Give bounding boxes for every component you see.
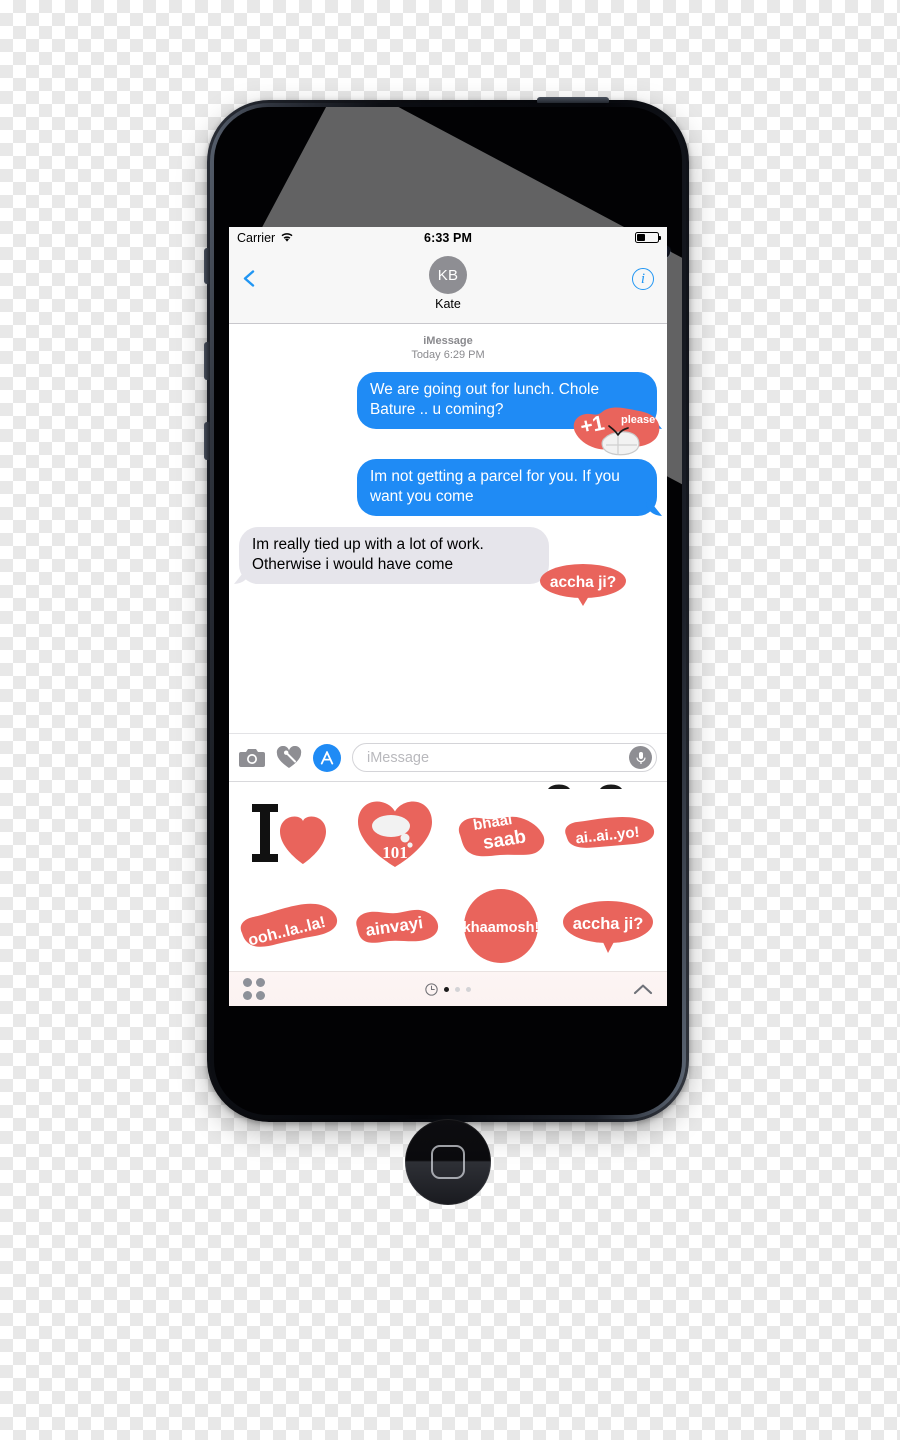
mute-switch[interactable] [204,248,210,284]
bhaai-saab-glyph: bhaai saab [459,811,545,856]
accha-ji-drawer-glyph: accha ji? [562,900,653,953]
camera-icon[interactable] [239,747,265,769]
grid-dot [256,978,265,987]
sticker-drawer-toolbar [229,971,667,1006]
sticker-drawer: 101 bhaai saab ai..ai..yo! ooh..la..la! … [229,781,667,1006]
i-heart-sticker[interactable] [235,786,342,879]
sticker-label: khaamosh! [463,920,539,936]
accha-ji-drawer-sticker[interactable]: accha ji? [555,879,662,972]
service-label: iMessage [423,335,473,347]
sticker-label: accha ji? [572,915,643,933]
message-bubble-outgoing[interactable]: Im not getting a parcel for you. If you … [357,459,657,516]
sticker-label: 101 [382,843,408,862]
ooh-la-la-sticker[interactable]: ooh..la..la! [235,879,342,972]
sticker-pager [425,982,471,996]
message-bubble-incoming[interactable]: Im really tied up with a lot of work. Ot… [239,527,549,584]
heart-101-glyph: 101 [357,801,432,867]
app-grid-icon[interactable] [243,978,265,1000]
ainvayi-glyph: ainvayi [356,909,438,943]
i-heart-glyph [252,803,327,864]
navigation-bar: KB Kate i [229,248,667,324]
digital-touch-heart-icon[interactable] [276,746,302,769]
home-button[interactable] [405,1119,491,1205]
battery-icon [635,232,659,243]
status-bar-clock: 6:33 PM [424,230,472,245]
app-store-glyph [320,750,334,764]
bhaai-saab-sticker[interactable]: bhaai saab [448,786,555,879]
accha-ji-sticker[interactable]: accha ji? [539,562,627,606]
info-circle-icon[interactable]: i [632,268,654,290]
grid-dot [243,978,252,987]
status-bar: Carrier 6:33 PM [229,227,667,248]
ooh-la-la-glyph: ooh..la..la! [240,903,338,949]
grid-dot [243,991,252,1000]
page-dot-3[interactable] [466,986,471,992]
page-dot-1[interactable] [444,986,449,992]
recents-clock-icon[interactable] [425,982,438,996]
status-bar-right [635,232,659,243]
battery-fill [637,234,646,241]
power-button[interactable] [537,97,609,103]
contact-header[interactable]: KB Kate [429,256,467,311]
microphone-glyph [635,751,646,764]
khaamosh-sticker[interactable]: khaamosh! [448,879,555,972]
conversation-thread: iMessage Today 6:29 PM We are going out … [229,324,667,733]
ai-ai-yo-glyph: ai..ai..yo! [564,816,654,848]
app-store-icon[interactable] [313,743,341,772]
heart-101-sticker[interactable]: 101 [342,786,449,879]
message-timestamp: Today 6:29 PM [411,349,485,361]
message-row: Im really tied up with a lot of work. Ot… [239,527,657,606]
home-button-square-icon [431,1145,465,1179]
ainvayi-sticker[interactable]: ainvayi [342,879,449,972]
thread-timestamp: iMessage Today 6:29 PM [239,334,657,362]
imessage-input[interactable] [367,749,629,766]
chevron-left-icon[interactable] [241,270,258,287]
sticker-grid: 101 bhaai saab ai..ai..yo! ooh..la..la! … [229,782,667,972]
message-input-bar [229,733,667,781]
avatar: KB [429,256,467,294]
page-dot-2[interactable] [455,986,460,992]
chevron-up-icon[interactable] [633,983,653,995]
volume-down-button[interactable] [204,422,210,460]
message-row: Im not getting a parcel for you. If you … [239,459,657,516]
iphone-device: Carrier 6:33 PM KB Kate i iMessage Today… [204,97,689,1205]
message-row: We are going out for lunch. Chole Bature… [239,372,660,456]
please-text: please [621,414,655,426]
phone-screen: Carrier 6:33 PM KB Kate i iMessage Today… [229,227,667,1006]
grid-dot [256,991,265,1000]
accha-ji-label: accha ji? [550,574,616,591]
microphone-icon[interactable] [629,746,652,769]
ai-ai-yo-sticker[interactable]: ai..ai..yo! [555,786,662,879]
imessage-input-wrapper[interactable] [352,743,657,772]
contact-name: Kate [435,297,461,311]
volume-up-button[interactable] [204,342,210,380]
khaamosh-glyph: khaamosh! [463,888,539,963]
plus-one-please-sticker[interactable]: +1 please [557,404,661,464]
